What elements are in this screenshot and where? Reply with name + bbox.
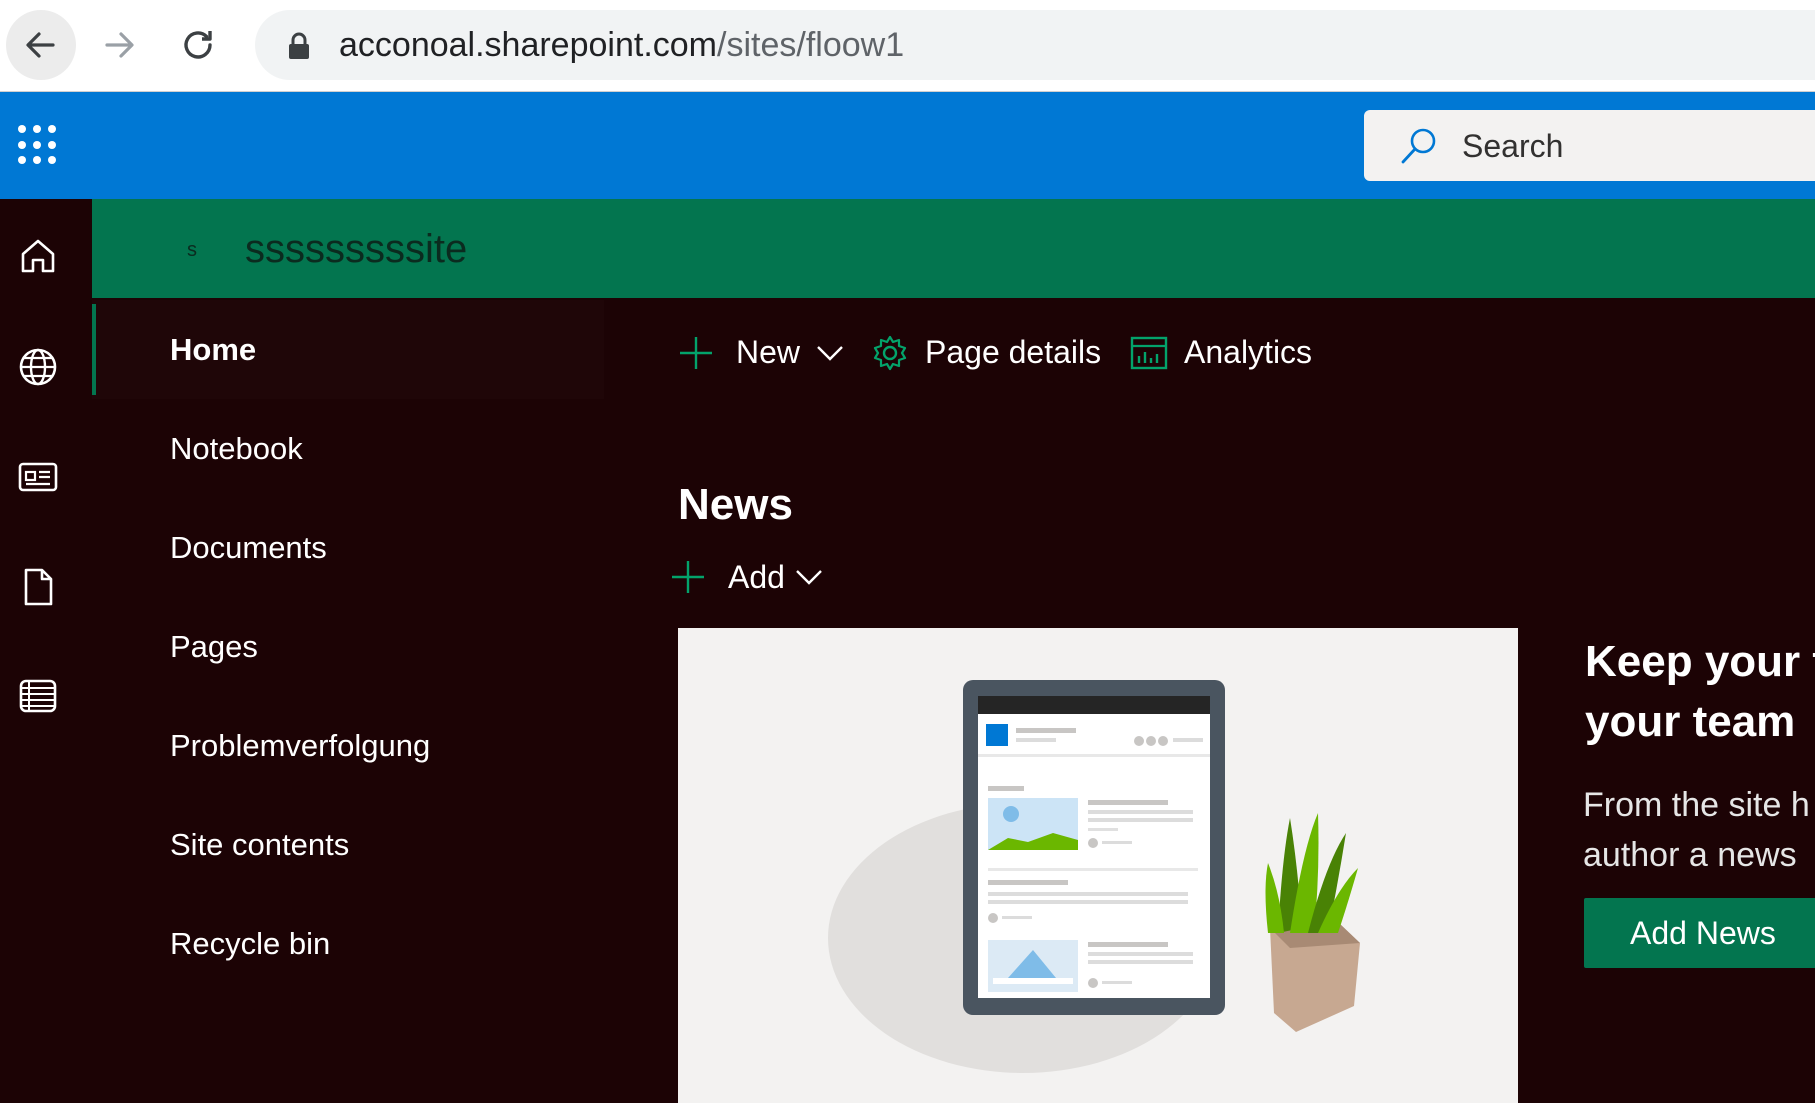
nav-item-notebook[interactable]: Notebook [92, 399, 604, 498]
news-placeholder-card [678, 628, 1518, 1103]
command-bar: New Page details Analytics [670, 325, 1815, 380]
nav-item-label: Problemverfolgung [170, 728, 431, 763]
left-navigation: Home Notebook Documents Pages Problemver… [92, 300, 604, 1103]
nav-item-site-contents[interactable]: Site contents [92, 795, 604, 894]
promo-heading-line1: Keep your t [1585, 637, 1815, 686]
file-icon[interactable] [18, 567, 58, 607]
url-path: /sites/floow1 [717, 26, 905, 64]
address-bar[interactable]: acconoal.sharepoint.com/sites/floow1 [255, 10, 1815, 80]
site-header: s sssssssssite [92, 199, 1815, 298]
lock-icon [289, 32, 309, 59]
home-icon[interactable] [18, 236, 58, 276]
app-bar [0, 199, 92, 1103]
nav-item-home[interactable]: Home [92, 300, 604, 399]
url-host: acconoal.sharepoint.com [339, 26, 718, 64]
page-details-label: Page details [925, 334, 1102, 370]
nav-item-label: Notebook [170, 431, 303, 466]
reload-button[interactable] [163, 10, 233, 80]
suite-bar: Search [0, 92, 1815, 199]
nav-item-label: Documents [170, 530, 327, 565]
gear-icon [873, 335, 907, 370]
promo-text-line2: author a news [1583, 836, 1797, 874]
nav-item-label: Pages [170, 629, 258, 664]
tablet-illustration [828, 680, 1360, 1073]
site-logo[interactable]: s [187, 239, 197, 262]
search-box[interactable]: Search [1364, 110, 1815, 181]
forward-button[interactable] [84, 10, 154, 80]
search-icon [1401, 128, 1436, 164]
add-news-dropdown[interactable]: Add [670, 552, 823, 602]
analytics-icon [1130, 336, 1168, 369]
nav-item-documents[interactable]: Documents [92, 498, 604, 597]
app-launcher-icon[interactable] [18, 125, 58, 165]
url-text: acconoal.sharepoint.com/sites/floow1 [339, 22, 904, 68]
new-button[interactable]: New [678, 325, 844, 380]
news-promo-heading: Keep your t your team [1585, 632, 1815, 752]
chevron-down-icon [817, 345, 843, 361]
list-icon[interactable] [18, 676, 58, 716]
plus-icon [680, 336, 712, 369]
site-title[interactable]: sssssssssite [245, 226, 467, 272]
arrow-right-icon [105, 32, 134, 58]
globe-icon[interactable] [18, 347, 58, 387]
back-button[interactable] [6, 10, 76, 80]
promo-text-line1: From the site h [1583, 786, 1810, 824]
promo-heading-line2: your team [1585, 697, 1796, 746]
analytics-button[interactable]: Analytics [1130, 325, 1312, 380]
add-label: Add [728, 558, 785, 595]
reload-icon [184, 31, 212, 59]
page-details-button[interactable]: Page details [871, 325, 1101, 380]
arrow-left-icon [26, 32, 55, 58]
nav-item-label: Home [170, 332, 257, 367]
chevron-down-icon [796, 570, 822, 585]
nav-item-label: Recycle bin [170, 926, 331, 961]
news-icon[interactable] [18, 457, 58, 497]
nav-item-pages[interactable]: Pages [92, 597, 604, 696]
plus-icon [672, 561, 704, 593]
nav-item-problemverfolgung[interactable]: Problemverfolgung [92, 696, 604, 795]
new-label: New [736, 334, 801, 370]
analytics-label: Analytics [1184, 334, 1313, 370]
news-promo-text: From the site h author a news [1583, 780, 1815, 880]
search-placeholder: Search [1462, 128, 1564, 164]
nav-item-label: Site contents [170, 827, 350, 862]
add-news-button[interactable]: Add News [1584, 898, 1815, 968]
nav-item-recycle-bin[interactable]: Recycle bin [92, 894, 604, 993]
news-heading: News [678, 480, 793, 529]
browser-toolbar: acconoal.sharepoint.com/sites/floow1 [0, 0, 1815, 92]
